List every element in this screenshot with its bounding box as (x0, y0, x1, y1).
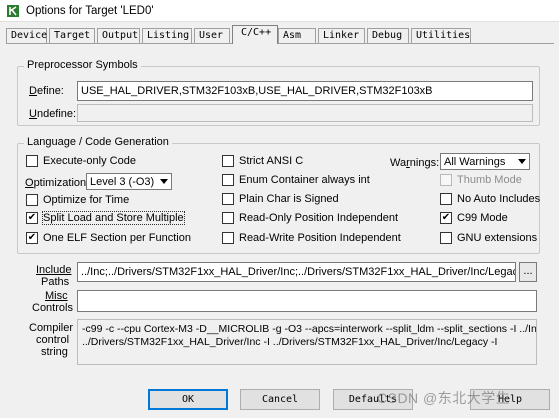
compiler-line-2: ../Drivers/STM32F1xx_HAL_Driver/Inc -I .… (82, 336, 498, 348)
ro-pi-label: Read-Only Position Independent (239, 212, 398, 224)
include-paths-label-2: Paths (41, 276, 70, 288)
c99-mode-label: C99 Mode (457, 212, 508, 224)
control-label: control (36, 334, 70, 346)
tab-strip: Device Target Output Listing User C/C++ … (6, 25, 556, 44)
compiler-control-string: -c99 -c --cpu Cortex-M3 -D__MICROLIB -g … (77, 319, 537, 365)
chevron-down-icon (515, 154, 529, 169)
include-paths-field[interactable]: ../Inc;../Drivers/STM32F1xx_HAL_Driver/I… (77, 262, 516, 282)
language-legend: Language / Code Generation (24, 136, 172, 148)
strict-ansi-checkbox[interactable]: Strict ANSI C (222, 155, 303, 167)
checkbox-box (222, 155, 234, 167)
checkbox-box (222, 174, 234, 186)
warnings-select[interactable]: All Warnings (440, 153, 530, 170)
define-field[interactable]: USE_HAL_DRIVER,STM32F103xB,USE_HAL_DRIVE… (77, 81, 533, 101)
string-label: string (41, 346, 68, 358)
checkbox-box (440, 232, 452, 244)
ok-button[interactable]: OK (148, 389, 228, 410)
no-auto-includes-label: No Auto Includes (457, 193, 541, 205)
checkbox-box (440, 193, 452, 205)
enum-container-checkbox[interactable]: Enum Container always int (222, 174, 370, 186)
compiler-label: Compiler (29, 322, 74, 334)
one-elf-label: One ELF Section per Function (43, 232, 191, 244)
include-paths-label: Include (36, 264, 72, 276)
keil-app-icon (6, 4, 20, 18)
thumb-mode-label: Thumb Mode (457, 174, 522, 186)
plain-char-label: Plain Char is Signed (239, 193, 339, 205)
tab-utilities[interactable]: Utilities (411, 28, 471, 43)
checkmark-icon: ✔ (440, 212, 452, 224)
split-load-checkbox[interactable]: ✔ Split Load and Store Multiple (26, 211, 185, 225)
define-label: Define: (29, 85, 64, 97)
plain-char-checkbox[interactable]: Plain Char is Signed (222, 193, 339, 205)
warnings-value: All Warnings (444, 155, 506, 168)
tab-device[interactable]: Device (6, 28, 47, 43)
browse-button[interactable]: ... (519, 262, 537, 282)
undefine-field[interactable] (77, 104, 533, 122)
c99-mode-checkbox[interactable]: ✔ C99 Mode (440, 212, 508, 224)
enum-container-label: Enum Container always int (239, 174, 370, 186)
window-title: Options for Target 'LED0' (26, 4, 154, 17)
one-elf-checkbox[interactable]: ✔ One ELF Section per Function (26, 232, 191, 244)
chevron-down-icon (157, 174, 171, 189)
gnu-ext-checkbox[interactable]: GNU extensions (440, 232, 537, 244)
checkbox-box (26, 194, 38, 206)
tab-divider (6, 43, 554, 44)
optimization-value: Level 3 (-O3) (90, 175, 155, 188)
rw-pi-checkbox[interactable]: Read-Write Position Independent (222, 232, 401, 244)
gnu-ext-label: GNU extensions (457, 232, 538, 244)
checkmark-icon: ✔ (26, 212, 38, 224)
checkmark-icon: ✔ (26, 232, 38, 244)
controls-label: Controls (32, 302, 73, 314)
checkbox-box (440, 174, 452, 186)
checkbox-box (222, 232, 234, 244)
split-load-label: Split Load and Store Multiple (42, 211, 185, 225)
csdn-watermark: CSDN @东北大学生 (377, 390, 511, 406)
optimization-label: Optimization: (25, 177, 90, 189)
tab-listing[interactable]: Listing (142, 28, 192, 43)
preprocessor-legend: Preprocessor Symbols (24, 59, 141, 71)
ro-pi-checkbox[interactable]: Read-Only Position Independent (222, 212, 398, 224)
tab-asm[interactable]: Asm (278, 28, 316, 43)
execute-only-label: Execute-only Code (43, 155, 136, 167)
misc-label: Misc (45, 290, 68, 302)
rw-pi-label: Read-Write Position Independent (239, 232, 401, 244)
misc-controls-field[interactable] (77, 290, 537, 312)
checkbox-box (222, 193, 234, 205)
no-auto-includes-checkbox[interactable]: No Auto Includes (440, 193, 540, 205)
warnings-label: Warnings: (390, 157, 440, 169)
tab-c-cpp[interactable]: C/C++ (232, 25, 278, 44)
undefine-label: Undefine: (29, 108, 77, 120)
tab-linker[interactable]: Linker (318, 28, 365, 43)
strict-ansi-label: Strict ANSI C (239, 155, 304, 167)
title-bar: Options for Target 'LED0' (0, 0, 559, 22)
optimization-select[interactable]: Level 3 (-O3) (86, 173, 172, 190)
checkbox-box (26, 155, 38, 167)
compiler-line-1: -c99 -c --cpu Cortex-M3 -D__MICROLIB -g … (82, 323, 537, 335)
cancel-button[interactable]: Cancel (240, 389, 320, 410)
tab-debug[interactable]: Debug (367, 28, 409, 43)
tab-target[interactable]: Target (49, 28, 95, 43)
tab-output[interactable]: Output (97, 28, 140, 43)
optimize-time-checkbox[interactable]: Optimize for Time (26, 194, 129, 206)
optimize-time-label: Optimize for Time (43, 194, 130, 206)
thumb-mode-checkbox[interactable]: Thumb Mode (440, 174, 522, 186)
tab-user[interactable]: User (194, 28, 230, 43)
execute-only-checkbox[interactable]: Execute-only Code (26, 155, 136, 167)
checkbox-box (222, 212, 234, 224)
